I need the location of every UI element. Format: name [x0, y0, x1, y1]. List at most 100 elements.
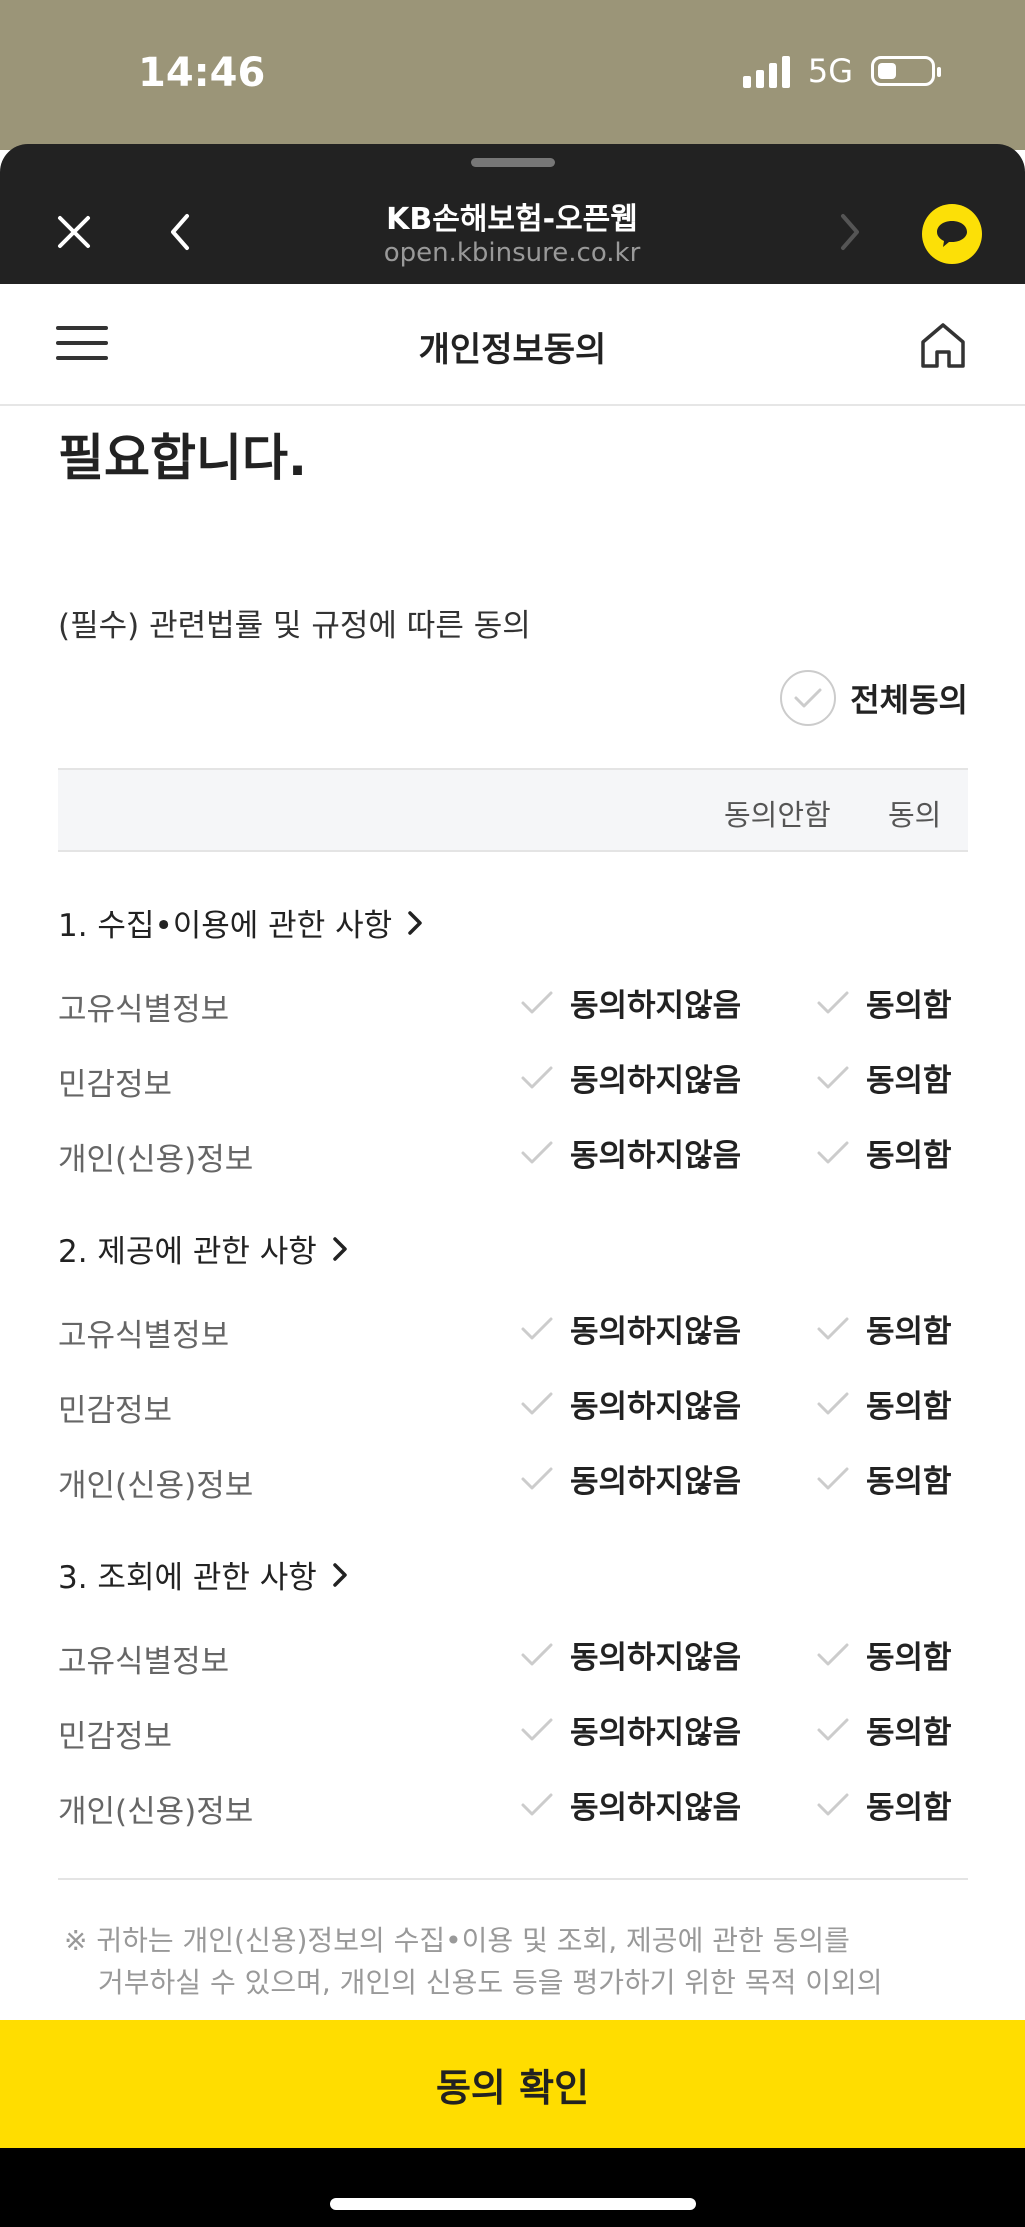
- browser-url: open.kbinsure.co.kr: [383, 238, 641, 268]
- home-icon[interactable]: [918, 320, 968, 370]
- disagree-label: 동의하지않음: [570, 1389, 742, 1425]
- chevron-right-icon: [333, 1236, 347, 1261]
- check-icon: [817, 1467, 849, 1489]
- check-icon: [817, 1718, 849, 1740]
- consent-row: 민감정보 동의하지않음 동의함: [58, 1381, 968, 1431]
- check-icon: [521, 1066, 553, 1088]
- check-icon: [521, 1793, 553, 1815]
- disagree-option[interactable]: 동의하지않음: [520, 1381, 741, 1426]
- disagree-option[interactable]: 동의하지않음: [520, 1306, 741, 1351]
- note-line: ※ 귀하는 개인(신용)정보의 수집•이용 및 조회, 제공에 관한 동의를: [64, 1924, 850, 1957]
- disagree-label: 동의하지않음: [570, 1715, 742, 1751]
- agree-label: 동의함: [866, 1389, 952, 1425]
- disagree-label: 동의하지않음: [570, 988, 742, 1024]
- chevron-right-icon: [408, 910, 422, 935]
- row-label: 민감정보: [58, 1719, 173, 1755]
- check-icon: [521, 1392, 553, 1414]
- consent-row: 고유식별정보 동의하지않음 동의함: [58, 980, 968, 1030]
- disagree-option[interactable]: 동의하지않음: [520, 1055, 741, 1100]
- chat-bubble-icon[interactable]: [922, 204, 982, 264]
- check-icon: [817, 1066, 849, 1088]
- agree-label: 동의함: [866, 1138, 952, 1174]
- sheet-grabber[interactable]: [471, 158, 555, 167]
- agree-label: 동의함: [866, 1063, 952, 1099]
- check-icon: [521, 1141, 553, 1163]
- status-time: 14:46: [138, 50, 266, 96]
- column-header: 동의안함 동의: [58, 768, 968, 852]
- column-agree: 동의: [888, 798, 942, 832]
- section-title-inquiry[interactable]: 3. 조회에 관한 사항: [58, 1552, 349, 1597]
- disagree-label: 동의하지않음: [570, 1790, 742, 1826]
- all-agree-checkbox[interactable]: 전체동의: [780, 670, 968, 726]
- home-indicator[interactable]: [330, 2198, 696, 2210]
- disagree-option[interactable]: 동의하지않음: [520, 1632, 741, 1677]
- disagree-option[interactable]: 동의하지않음: [520, 1130, 741, 1175]
- section-title-text: 1. 수집•이용에 관한 사항: [58, 908, 393, 944]
- row-label: 민감정보: [58, 1393, 173, 1429]
- check-icon: [817, 1793, 849, 1815]
- consent-row: 고유식별정보 동의하지않음 동의함: [58, 1632, 968, 1682]
- row-label: 고유식별정보: [58, 992, 230, 1028]
- disagree-label: 동의하지않음: [570, 1464, 742, 1500]
- battery-icon: [871, 56, 941, 86]
- agree-label: 동의함: [866, 1790, 952, 1826]
- heading-text: 필요합니다.: [58, 429, 307, 487]
- agree-option[interactable]: 동의함: [816, 1130, 952, 1175]
- check-icon: [817, 1317, 849, 1339]
- consent-row: 고유식별정보 동의하지않음 동의함: [58, 1306, 968, 1356]
- agree-option[interactable]: 동의함: [816, 1456, 952, 1501]
- section-title-text: 2. 제공에 관한 사항: [58, 1234, 317, 1270]
- close-icon[interactable]: [44, 202, 104, 262]
- check-circle-icon: [780, 670, 837, 726]
- divider: [58, 1878, 968, 1880]
- check-icon: [521, 1718, 553, 1740]
- note-line: 거부하실 수 있으며, 개인의 신용도 등을 평가하기 위한 목적 이외의: [98, 1966, 883, 1999]
- agree-option[interactable]: 동의함: [816, 1707, 952, 1752]
- disagree-option[interactable]: 동의하지않음: [520, 980, 741, 1025]
- check-icon: [817, 1643, 849, 1665]
- disagree-label: 동의하지않음: [570, 1640, 742, 1676]
- check-icon: [521, 1317, 553, 1339]
- status-indicators: 5G: [742, 52, 941, 90]
- agree-option[interactable]: 동의함: [816, 1782, 952, 1827]
- browser-title: KB손해보험-오픈웹: [386, 202, 638, 237]
- agree-option[interactable]: 동의함: [816, 1055, 952, 1100]
- check-icon: [521, 1643, 553, 1665]
- browser-toolbar: KB손해보험-오픈웹 open.kbinsure.co.kr: [0, 144, 1025, 284]
- section-title-provision[interactable]: 2. 제공에 관한 사항: [58, 1226, 349, 1271]
- page-title: 개인정보동의: [418, 330, 607, 370]
- disagree-label: 동의하지않음: [570, 1138, 742, 1174]
- agree-option[interactable]: 동의함: [816, 1381, 952, 1426]
- consent-row: 민감정보 동의하지않음 동의함: [58, 1055, 968, 1105]
- consent-row: 개인(신용)정보 동의하지않음 동의함: [58, 1782, 968, 1832]
- disagree-label: 동의하지않음: [570, 1063, 742, 1099]
- agree-label: 동의함: [866, 988, 952, 1024]
- agree-label: 동의함: [866, 1314, 952, 1350]
- consent-row: 개인(신용)정보 동의하지않음 동의함: [58, 1456, 968, 1506]
- disagree-option[interactable]: 동의하지않음: [520, 1707, 741, 1752]
- check-icon: [817, 991, 849, 1013]
- status-bar: 14:46 5G: [0, 0, 1025, 150]
- section-title-collection[interactable]: 1. 수집•이용에 관한 사항: [58, 900, 424, 945]
- agree-option[interactable]: 동의함: [816, 1632, 952, 1677]
- row-label: 개인(신용)정보: [58, 1468, 254, 1504]
- signal-icon: [742, 54, 790, 88]
- row-label: 개인(신용)정보: [58, 1142, 254, 1178]
- check-icon: [521, 1467, 553, 1489]
- check-icon: [521, 991, 553, 1013]
- required-consent-title: (필수) 관련법률 및 규정에 따른 동의: [58, 608, 531, 644]
- consent-row: 민감정보 동의하지않음 동의함: [58, 1707, 968, 1757]
- check-icon: [817, 1141, 849, 1163]
- row-label: 민감정보: [58, 1067, 173, 1103]
- agree-option[interactable]: 동의함: [816, 1306, 952, 1351]
- check-icon: [817, 1392, 849, 1414]
- forward-icon[interactable]: [820, 202, 880, 262]
- confirm-consent-button[interactable]: 동의 확인: [0, 2020, 1025, 2148]
- disagree-option[interactable]: 동의하지않음: [520, 1782, 741, 1827]
- agree-option[interactable]: 동의함: [816, 980, 952, 1025]
- disagree-option[interactable]: 동의하지않음: [520, 1456, 741, 1501]
- section-title-text: 3. 조회에 관한 사항: [58, 1560, 317, 1596]
- back-icon[interactable]: [150, 202, 210, 262]
- chevron-right-icon: [333, 1562, 347, 1587]
- row-label: 개인(신용)정보: [58, 1794, 254, 1830]
